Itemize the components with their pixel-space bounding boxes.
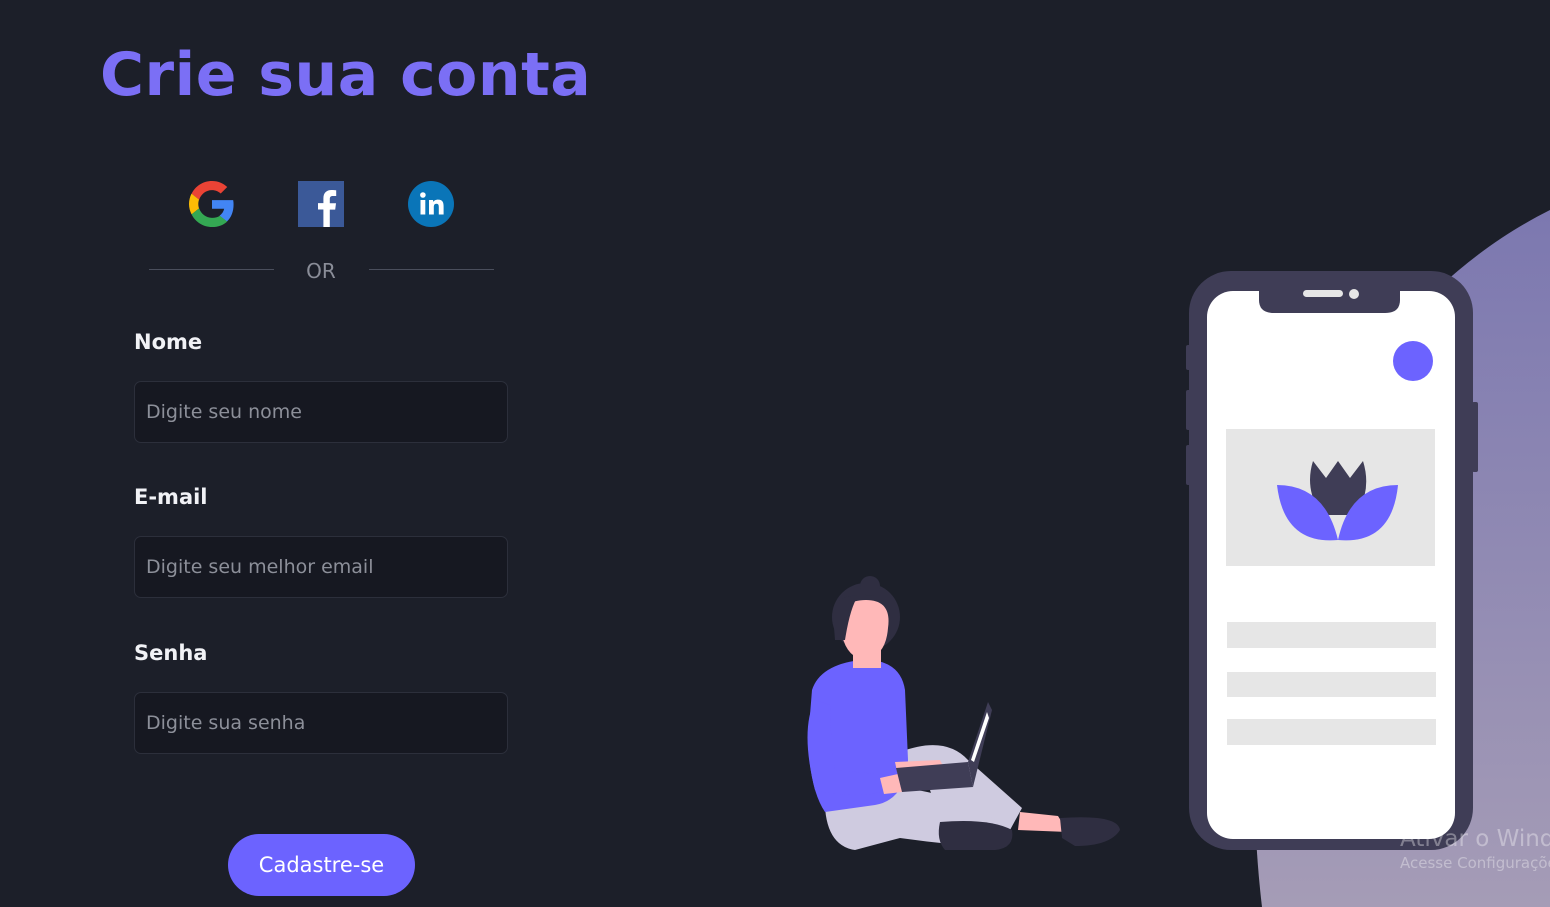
signup-illustration: [807, 210, 1550, 907]
watermark-title: Ativar o Windows: [1400, 826, 1550, 852]
person-illustration: [807, 576, 1120, 850]
windows-activation-watermark: Ativar o Windows Acesse Configurações pa…: [1400, 826, 1550, 872]
phone-illustration: [1186, 271, 1478, 850]
watermark-subtitle: Acesse Configurações para ativar o Windo…: [1400, 854, 1550, 872]
